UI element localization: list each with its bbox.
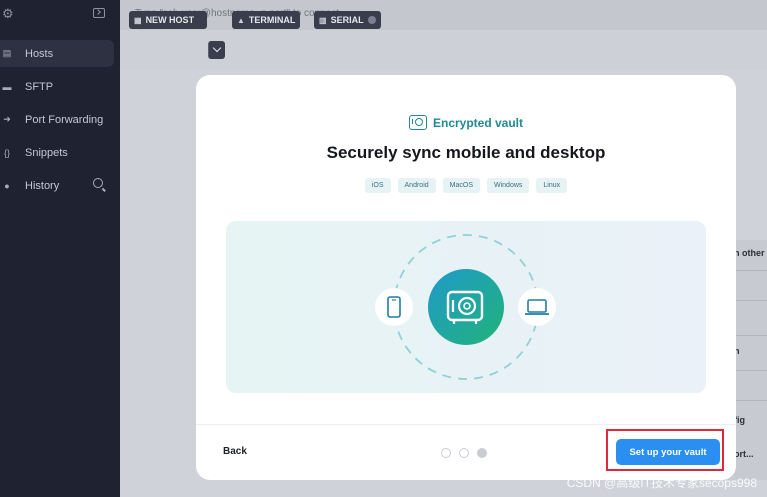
platform-pill: Windows: [487, 178, 530, 193]
vault-badge-label: Encrypted vault: [432, 115, 524, 130]
sidebar: ⚙ ▤ Hosts ▬ SFTP ➜ Port Forwarding {} Sn…: [0, 0, 120, 497]
sidebar-item-label: SFTP: [25, 80, 54, 93]
sidebar-item-label: History: [25, 179, 60, 192]
gear-icon[interactable]: ⚙: [2, 6, 14, 22]
new-host-dropdown-button[interactable]: [208, 41, 225, 59]
sidebar-item-label: Port Forwarding: [25, 113, 104, 126]
new-host-label: NEW HOST: [145, 15, 195, 25]
new-host-button[interactable]: ▦ NEW HOST: [129, 11, 207, 29]
watermark: CSDN @高级IT技术专家secops998: [566, 476, 757, 490]
serial-button[interactable]: ▥ SERIAL: [314, 11, 381, 29]
sidebar-item-port-forwarding[interactable]: ➜ Port Forwarding: [0, 106, 114, 133]
vault-modal: Encrypted vault Securely sync mobile and…: [196, 75, 736, 480]
sidebar-item-history[interactable]: ● History: [0, 172, 114, 199]
terminal-button[interactable]: ▲ TERMINAL: [232, 11, 301, 29]
step-dot[interactable]: [459, 448, 469, 458]
sidebar-item-hosts[interactable]: ▤ Hosts: [0, 40, 114, 67]
sidebar-item-snippets[interactable]: {} Snippets: [0, 139, 114, 166]
terminal-icon[interactable]: [93, 8, 105, 18]
setup-vault-button[interactable]: Set up your vault: [616, 439, 720, 465]
serial-label: SERIAL: [330, 15, 364, 25]
command-bar: Type "ssh user@hostname -p port" to conn…: [120, 0, 767, 30]
clock-icon: ●: [4, 180, 10, 191]
phone-icon: [375, 288, 413, 326]
divider: [196, 424, 736, 425]
vault-badge: Encrypted vault: [196, 115, 736, 130]
back-button[interactable]: Back: [223, 446, 247, 457]
platform-pill: Android: [397, 178, 436, 193]
sync-illustration: [226, 221, 706, 393]
server-icon: ▦: [134, 15, 142, 25]
step-dot-active[interactable]: [477, 448, 487, 458]
sidebar-item-label: Snippets: [25, 146, 68, 159]
step-indicator: [441, 448, 487, 458]
serial-status-icon: [367, 16, 376, 24]
hosts-icon: ▤: [2, 48, 12, 58]
platform-pill: MacOS: [442, 178, 480, 193]
forward-arrow-icon: ➜: [3, 114, 11, 124]
sidebar-top: ⚙: [0, 6, 120, 26]
terminal-label: TERMINAL: [248, 15, 296, 25]
serial-icon: ▥: [319, 15, 327, 25]
platform-pill: Linux: [536, 178, 568, 193]
sidebar-item-sftp[interactable]: ▬ SFTP: [0, 73, 114, 100]
platform-list: iOS Android MacOS Windows Linux: [196, 178, 736, 193]
step-dot[interactable]: [441, 448, 451, 458]
background-text: n other: [734, 248, 765, 258]
terminal-icon: ▲: [237, 15, 245, 25]
modal-title: Securely sync mobile and desktop: [326, 143, 606, 162]
braces-icon: {}: [3, 147, 10, 158]
sidebar-item-label: Hosts: [25, 47, 54, 60]
platform-pill: iOS: [364, 178, 391, 193]
laptop-icon: [518, 288, 556, 326]
folder-icon: ▬: [2, 81, 12, 92]
vault-icon: [428, 269, 504, 345]
background-text: ort...: [734, 449, 754, 459]
vault-icon: [408, 115, 427, 130]
search-icon[interactable]: [93, 178, 103, 188]
